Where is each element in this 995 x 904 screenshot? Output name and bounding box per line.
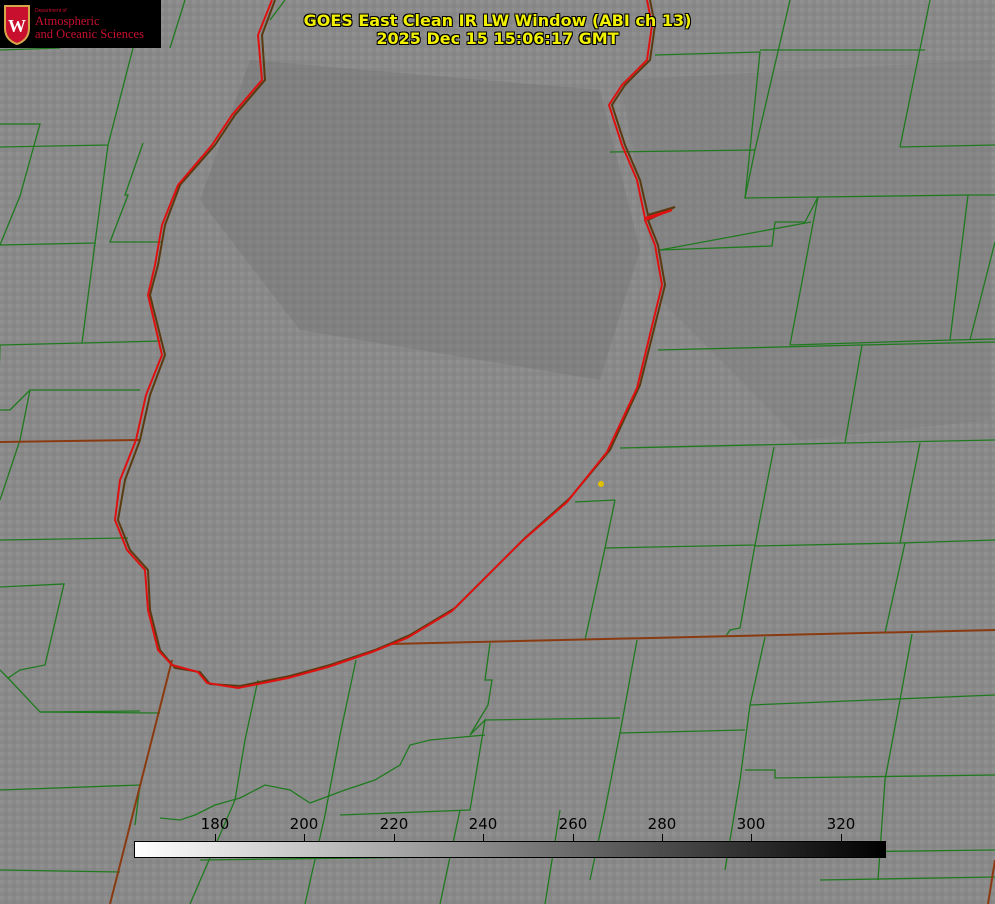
colorbar-tick-mark — [394, 834, 395, 841]
colorbar — [134, 841, 886, 858]
colorbar-tick-label: 180 — [200, 815, 230, 833]
uw-aos-logo: W Department of Atmospheric and Oceanic … — [0, 0, 161, 48]
colorbar-tick-mark — [841, 834, 842, 841]
colorbar-tick-mark — [573, 834, 574, 841]
colorbar-tick-label: 300 — [736, 815, 766, 833]
logo-line2: and Oceanic Sciences — [35, 27, 144, 41]
colorbar-tick-label: 200 — [289, 815, 319, 833]
colorbar-tick-mark — [483, 834, 484, 841]
city-marker — [598, 481, 604, 487]
uw-seal-icon: W — [4, 5, 30, 46]
colorbar-tick-mark — [215, 834, 216, 841]
colorbar-tick-mark — [751, 834, 752, 841]
colorbar-tick-label: 280 — [647, 815, 677, 833]
colorbar-tick-label: 320 — [826, 815, 856, 833]
svg-text:W: W — [8, 16, 26, 36]
colorbar-tick-mark — [662, 834, 663, 841]
colorbar-tick-label: 260 — [558, 815, 588, 833]
colorbar-tick-label: 220 — [379, 815, 409, 833]
satellite-ir-map — [0, 0, 995, 904]
colorbar-tick-label: 240 — [468, 815, 498, 833]
colorbar-tick-mark — [304, 834, 305, 841]
